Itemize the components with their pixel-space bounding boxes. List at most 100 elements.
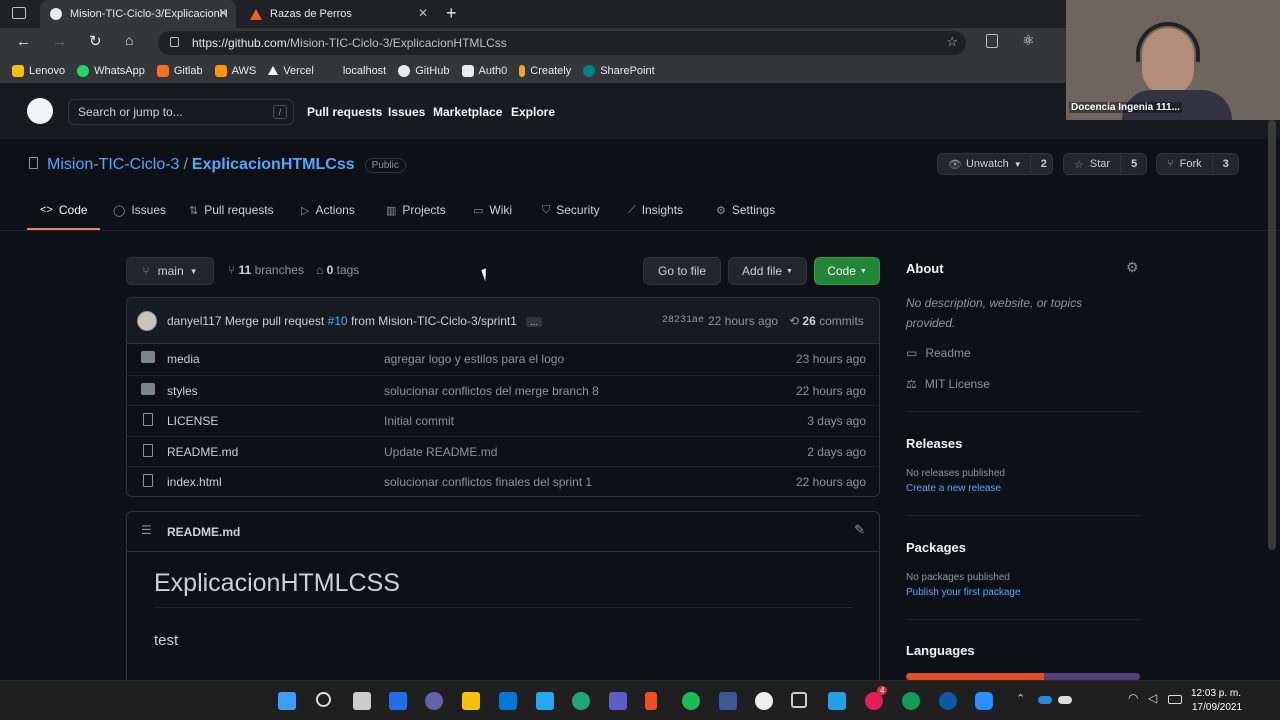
edit-pencil-icon[interactable]: ✎	[854, 522, 865, 538]
chat-icon[interactable]	[425, 692, 443, 710]
virtualbox-icon[interactable]	[791, 692, 807, 708]
go-to-file-button[interactable]: Go to file	[643, 257, 721, 285]
close-tab-icon[interactable]: ✕	[218, 6, 228, 20]
react-devtools-icon[interactable]: ⚛	[1022, 32, 1035, 49]
clock-date[interactable]: 17/09/2021	[1192, 702, 1242, 713]
create-release-link[interactable]: Create a new release	[906, 483, 1001, 494]
github-desktop-icon[interactable]	[755, 692, 773, 710]
chrome-icon[interactable]	[902, 692, 920, 710]
file-name-link[interactable]: styles	[167, 384, 198, 398]
branch-select-button[interactable]: ⑂ main ▼	[126, 257, 214, 285]
bookmark-creately[interactable]: Creately	[519, 64, 571, 77]
file-name-link[interactable]: README.md	[167, 445, 238, 459]
task-view-icon[interactable]	[353, 692, 371, 710]
nav-pull-requests[interactable]: Pull requests	[307, 105, 382, 119]
tab-wiki[interactable]: ▭ Wiki	[473, 203, 512, 217]
star-button[interactable]: ☆ Star 5	[1063, 153, 1147, 175]
forward-icon[interactable]: →	[52, 33, 67, 50]
window-menu-icon[interactable]	[12, 7, 26, 19]
unwatch-button[interactable]: 👁 Unwatch ▼ 2	[937, 153, 1053, 175]
vscode-icon[interactable]	[536, 692, 554, 710]
nav-marketplace[interactable]: Marketplace	[433, 105, 502, 119]
close-tab-icon[interactable]: ✕	[418, 6, 428, 20]
repo-name-link[interactable]: ExplicacionHTMLCss	[192, 156, 355, 174]
gear-icon[interactable]: ⚙	[1126, 259, 1139, 276]
github-logo-icon[interactable]	[27, 98, 53, 124]
search-icon[interactable]	[316, 692, 331, 707]
app-icon[interactable]	[719, 692, 737, 710]
bookmark-vercel[interactable]: Vercel	[268, 65, 314, 77]
commit-message-link[interactable]: agregar logo y estilos para el logo	[384, 352, 564, 366]
tray-chevron-icon[interactable]: ⌃	[1016, 692, 1025, 705]
bookmark-github[interactable]: GitHub	[398, 64, 450, 77]
tags-link[interactable]: ⌂ 0 tags	[316, 263, 359, 277]
new-tab-icon[interactable]: +	[446, 3, 457, 24]
branches-link[interactable]: ⑂ 11 branches	[228, 263, 304, 277]
bookmark-localhost[interactable]: localhost	[325, 64, 386, 77]
cloud-icon[interactable]	[1058, 696, 1072, 704]
bookmark-auth0[interactable]: Auth0	[461, 64, 507, 77]
tab-pull-requests[interactable]: ⇅ Pull requests	[189, 203, 274, 217]
home-icon[interactable]: ⌂	[125, 32, 133, 48]
publish-package-link[interactable]: Publish your first package	[906, 587, 1021, 598]
bookmark-star-icon[interactable]: ☆	[946, 34, 958, 50]
nav-issues[interactable]: Issues	[388, 105, 425, 119]
zoom-icon[interactable]	[975, 692, 993, 710]
table-row[interactable]: README.md Update README.md 2 days ago	[127, 435, 879, 467]
table-row[interactable]: styles solucionar conflictos del merge b…	[127, 374, 879, 406]
nav-explore[interactable]: Explore	[511, 105, 555, 119]
bookmark-whatsapp[interactable]: WhatsApp	[77, 64, 145, 77]
widgets-icon[interactable]	[389, 692, 407, 710]
bookmark-gitlab[interactable]: Gitlab	[156, 64, 203, 77]
tab-projects[interactable]: ▥ Projects	[386, 203, 446, 217]
extension-icon[interactable]	[986, 34, 998, 48]
commit-author-link[interactable]: danyel117	[167, 314, 222, 328]
table-row[interactable]: index.html solucionar conflictos finales…	[127, 466, 879, 497]
commits-link[interactable]: ⟲ 26 commits	[789, 314, 864, 328]
wifi-icon[interactable]: ◠	[1128, 691, 1138, 705]
clock-time[interactable]: 12:03 p. m.	[1191, 688, 1241, 699]
license-link[interactable]: ⚖ MIT License	[906, 377, 990, 391]
edge-icon[interactable]	[572, 692, 590, 710]
list-icon[interactable]: ☰	[141, 523, 152, 537]
tab-issues[interactable]: ◯ Issues	[113, 203, 166, 217]
tab-security[interactable]: ⛉ Security	[542, 203, 600, 217]
browser-tab-razas[interactable]: Razas de Perros ✕	[240, 0, 436, 28]
packages-title[interactable]: Packages	[906, 540, 966, 555]
battery-icon[interactable]	[1168, 695, 1182, 704]
back-icon[interactable]: ←	[16, 33, 31, 50]
table-row[interactable]: media agregar logo y estilos para el log…	[127, 344, 879, 375]
browser-tab-github[interactable]: Mision-TIC-Ciclo-3/ExplicacionH ✕	[40, 0, 236, 28]
pr-link[interactable]: #10	[328, 314, 348, 328]
tab-actions[interactable]: ▷ Actions	[301, 203, 355, 217]
figma-icon[interactable]	[645, 692, 657, 710]
search-input[interactable]: Search or jump to... /	[68, 99, 294, 125]
lens-icon[interactable]	[828, 692, 846, 710]
tab-settings[interactable]: ⚙ Settings	[716, 203, 775, 217]
commit-sha-link[interactable]: 28231ae	[662, 315, 704, 326]
reload-icon[interactable]: ↻	[89, 32, 102, 50]
tab-code[interactable]: <> Code	[40, 203, 88, 217]
outlook-icon[interactable]	[499, 692, 517, 710]
commit-message-link[interactable]: Update README.md	[384, 445, 497, 459]
releases-title[interactable]: Releases	[906, 436, 962, 451]
readme-link[interactable]: ▭ Readme	[906, 346, 971, 360]
bookmark-sharepoint[interactable]: SharePoint	[583, 64, 655, 77]
repo-owner-link[interactable]: Mision-TIC-Ciclo-3	[47, 156, 179, 174]
fork-button[interactable]: ⑂ Fork 3	[1156, 153, 1239, 175]
table-row[interactable]: LICENSE Initial commit 3 days ago	[127, 405, 879, 436]
onedrive-icon[interactable]	[1038, 696, 1052, 704]
file-explorer-icon[interactable]	[462, 692, 480, 710]
code-button[interactable]: Code ▼	[814, 257, 880, 285]
start-icon[interactable]	[278, 692, 296, 710]
teams-icon[interactable]	[609, 692, 627, 710]
edge-dev-icon[interactable]	[939, 692, 957, 710]
url-field[interactable]: https://github.com/Mision-TIC-Ciclo-3/Ex…	[158, 31, 966, 55]
commit-message-link[interactable]: solucionar conflictos finales del sprint…	[384, 475, 592, 489]
page-scrollbar[interactable]	[1268, 120, 1276, 550]
bookmark-lenovo[interactable]: Lenovo	[12, 64, 65, 77]
commit-message-link[interactable]: Initial commit	[384, 414, 454, 428]
file-name-link[interactable]: LICENSE	[167, 414, 218, 428]
commit-message-link[interactable]: solucionar conflictos del merge branch 8	[384, 384, 599, 398]
expand-commit-button[interactable]: ...	[526, 317, 542, 327]
